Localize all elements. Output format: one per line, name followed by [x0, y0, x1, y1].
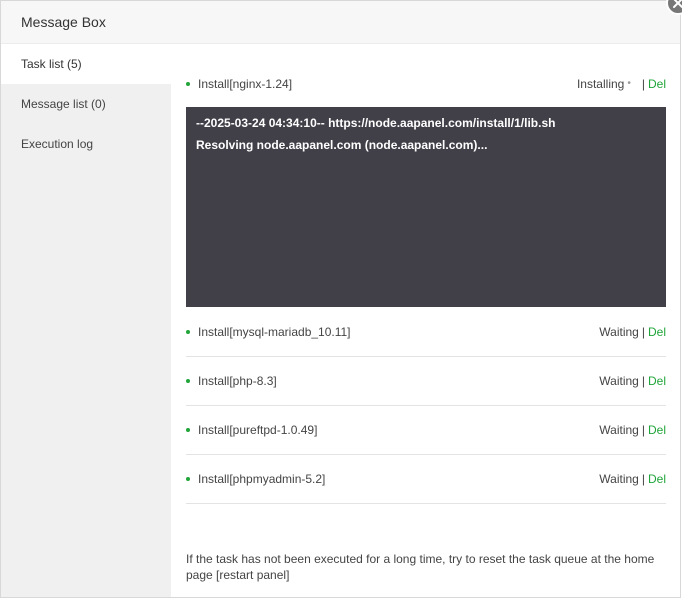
loading-indicator-icon: •	[627, 78, 631, 89]
task-status: Waiting	[599, 472, 639, 486]
task-row: Install[pureftpd-1.0.49] Waiting | Del	[186, 406, 666, 455]
task-status: Waiting	[599, 423, 639, 437]
console-line: Resolving node.aapanel.com (node.aapanel…	[196, 138, 488, 152]
separator: |	[641, 423, 645, 437]
task-row: Install[mysql-mariadb_10.11] Waiting | D…	[186, 308, 666, 357]
task-name: Install[php-8.3]	[198, 374, 277, 388]
delete-task-link[interactable]: Del	[648, 77, 666, 91]
task-status: Waiting	[599, 325, 639, 339]
separator: |	[641, 76, 645, 91]
dialog-title: Message Box	[21, 14, 106, 30]
task-name: Install[pureftpd-1.0.49]	[198, 423, 318, 437]
task-status: Waiting	[599, 374, 639, 388]
message-box-dialog: Message Box Task list (5) Message list (…	[0, 0, 681, 598]
task-row: Install[nginx-1.24] Installing • | Del	[186, 59, 666, 108]
sidebar-item-label: Message list (0)	[21, 97, 106, 111]
sidebar-item-message-list[interactable]: Message list (0)	[1, 84, 171, 124]
delete-task-link[interactable]: Del	[648, 325, 666, 339]
console-line: --2025-03-24 04:34:10-- https://node.aap…	[196, 116, 556, 130]
sidebar-item-execution-log[interactable]: Execution log	[1, 124, 171, 164]
status-dot-icon	[186, 330, 190, 334]
delete-task-link[interactable]: Del	[648, 472, 666, 486]
task-name: Install[mysql-mariadb_10.11]	[198, 325, 351, 339]
sidebar-item-label: Task list (5)	[21, 57, 82, 71]
task-name: Install[phpmyadmin-5.2]	[198, 472, 326, 486]
sidebar-item-task-list[interactable]: Task list (5)	[1, 44, 171, 84]
sidebar-item-label: Execution log	[21, 137, 94, 151]
status-dot-icon	[186, 379, 190, 383]
task-row: Install[phpmyadmin-5.2] Waiting | Del	[186, 455, 666, 504]
status-dot-icon	[186, 428, 190, 432]
execution-console: --2025-03-24 04:34:10-- https://node.aap…	[186, 107, 666, 307]
close-icon	[673, 0, 682, 8]
status-dot-icon	[186, 477, 190, 481]
delete-task-link[interactable]: Del	[648, 423, 666, 437]
task-name: Install[nginx-1.24]	[198, 76, 293, 91]
separator: |	[641, 325, 645, 339]
task-status: Installing	[576, 76, 625, 91]
task-list-panel: Install[nginx-1.24] Installing • | Del -…	[171, 44, 680, 597]
help-note: If the task has not been executed for a …	[186, 552, 655, 582]
status-dot-icon	[186, 81, 190, 86]
task-row: Install[php-8.3] Waiting | Del	[186, 357, 666, 406]
separator: |	[641, 472, 645, 486]
title-bar: Message Box	[1, 1, 680, 44]
delete-task-link[interactable]: Del	[648, 374, 666, 388]
sidebar: Task list (5) Message list (0) Execution…	[1, 44, 171, 597]
separator: |	[641, 374, 645, 388]
